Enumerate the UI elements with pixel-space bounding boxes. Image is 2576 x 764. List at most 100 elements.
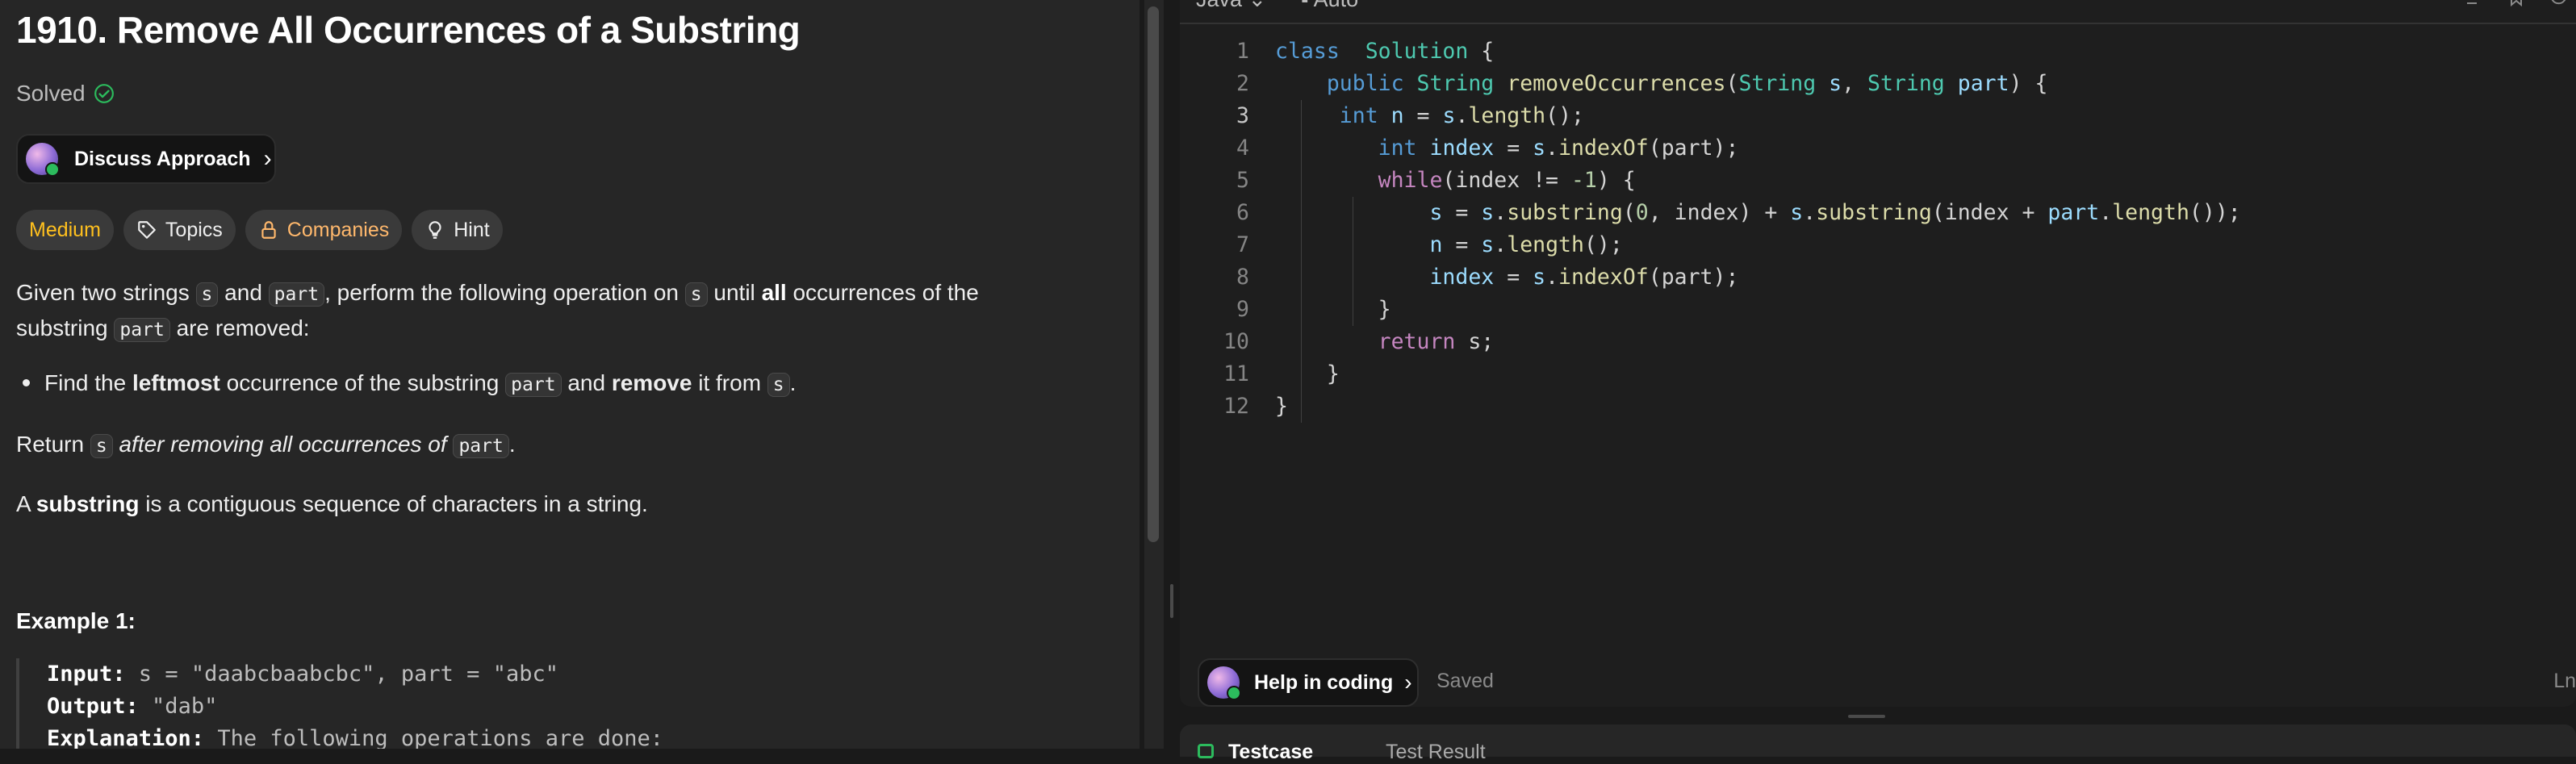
line-number: 11 <box>1223 361 1249 386</box>
code-line[interactable]: 7 n = s.length(); <box>1180 229 2241 261</box>
chevron-right-icon: › <box>263 145 272 172</box>
code-line[interactable]: 10 return s; <box>1180 326 2241 358</box>
help-in-coding-button[interactable]: Help in coding › <box>1198 658 1419 707</box>
hint-label: Hint <box>454 218 490 241</box>
inline-code: part <box>114 318 170 342</box>
language-select[interactable]: Java ⌄ <box>1196 0 1266 12</box>
code-token: String <box>1867 71 1945 96</box>
code-line[interactable]: 2 public String removeOccurrences(String… <box>1180 68 2241 100</box>
code-editor[interactable]: Java ⌄ ▪ Auto 1class Solution {2 public … <box>1180 0 2576 707</box>
code-text: int n = s.length(); <box>1249 100 1584 132</box>
code-token: s <box>1829 71 1842 96</box>
code-token: = <box>1494 265 1533 290</box>
discuss-approach-label: Discuss Approach <box>74 147 251 170</box>
example-input: Input: s = "daabcbaabcbc", part = "abc" <box>47 658 1122 691</box>
editor-toolbar: Java ⌄ ▪ Auto <box>1180 0 2576 24</box>
panel-resize-handle[interactable] <box>1164 0 1180 749</box>
code-line[interactable]: 8 index = s.indexOf(part); <box>1180 261 2241 294</box>
code-token: ( <box>1622 200 1636 225</box>
code-token: index <box>1429 136 1495 161</box>
format-icon[interactable] <box>2465 0 2484 6</box>
code-token: length <box>1468 103 1546 128</box>
code-token: . <box>2099 200 2113 225</box>
text: . <box>789 370 797 395</box>
code-token: s <box>1533 136 1546 161</box>
assistant-avatar <box>26 143 60 177</box>
solved-status: Solved <box>16 81 115 106</box>
language-label: Java <box>1196 0 1242 11</box>
tag-icon <box>138 221 156 239</box>
topics-tag[interactable]: Topics <box>123 210 236 250</box>
inline-code: part <box>505 373 562 397</box>
resize-grip[interactable] <box>1170 584 1173 618</box>
scrollbar-thumb[interactable] <box>1148 6 1159 542</box>
difficulty-badge[interactable]: Medium <box>16 210 114 250</box>
code-token: . <box>1545 265 1559 290</box>
solved-label: Solved <box>16 81 86 106</box>
code-token: } <box>1275 394 1288 419</box>
code-token: n <box>1390 103 1404 128</box>
help-in-coding-label: Help in coding <box>1254 670 1394 694</box>
code-line[interactable]: 9 } <box>1180 294 2241 326</box>
hint-tag[interactable]: Hint <box>412 210 503 250</box>
code-token: public <box>1326 71 1404 96</box>
code-token: 0 <box>1635 200 1649 225</box>
companies-tag[interactable]: Companies <box>245 210 403 250</box>
autocomplete-mode-toggle[interactable]: ▪ Auto <box>1301 0 1358 12</box>
code-line[interactable]: 5 while(index != -1) { <box>1180 165 2241 197</box>
description-scrollbar[interactable] <box>1144 0 1164 749</box>
code-token: index <box>1429 265 1495 290</box>
code-token: ) { <box>2009 71 2048 96</box>
code-token: } <box>1275 361 1340 386</box>
line-number: 3 <box>1236 103 1249 128</box>
text: and <box>218 280 269 305</box>
toolbar-icons <box>2465 0 2568 7</box>
code-text: } <box>1249 294 1391 326</box>
line-number: 12 <box>1223 394 1249 419</box>
bold-text: all <box>761 280 787 305</box>
code-token: = <box>1403 103 1443 128</box>
text: are removed: <box>169 315 310 340</box>
code-token: s; <box>1455 329 1495 354</box>
bold-text: leftmost <box>132 370 220 395</box>
code-token: length <box>2112 200 2189 225</box>
check-circle-icon <box>94 84 114 103</box>
code-text: class Solution { <box>1249 35 1494 68</box>
code-token: s <box>1790 200 1804 225</box>
code-area[interactable]: 1 class Solution {2 public String removeO… <box>1180 35 2241 423</box>
explanation-label: Explanation: <box>47 726 205 749</box>
companies-label: Companies <box>286 218 390 241</box>
online-indicator <box>45 162 60 177</box>
discuss-approach-button[interactable]: Discuss Approach › <box>16 134 276 184</box>
reset-icon[interactable] <box>2549 0 2568 6</box>
vertical-resize-handle[interactable] <box>1848 715 1885 718</box>
code-line[interactable]: 1 class Solution { <box>1180 35 2241 68</box>
code-token: s <box>1429 200 1443 225</box>
inline-code: part <box>268 282 325 307</box>
bookmark-icon[interactable] <box>2507 0 2526 7</box>
code-line[interactable]: 4 int index = s.indexOf(part); <box>1180 132 2241 165</box>
explanation-value: The following operations are done: <box>204 726 664 749</box>
code-line[interactable]: 11 } <box>1180 358 2241 390</box>
line-number: 9 <box>1236 297 1249 322</box>
input-label: Input: <box>47 662 126 687</box>
code-token: ) { <box>1596 168 1636 193</box>
code-text: n = s.length(); <box>1249 229 1622 261</box>
tab-testcase[interactable]: Testcase <box>1228 741 1313 764</box>
bold-text: remove <box>611 370 692 395</box>
line-number: 2 <box>1236 71 1249 96</box>
code-line[interactable]: 12} <box>1180 390 2241 423</box>
output-value: "dab" <box>138 694 218 719</box>
code-line[interactable]: 6 s = s.substring(0, index) + s.substrin… <box>1180 197 2241 229</box>
tab-test-result[interactable]: Test Result <box>1386 741 1486 764</box>
code-token: -1 <box>1570 168 1597 193</box>
code-token: { <box>1468 39 1495 64</box>
code-line[interactable]: 3 int n = s.length(); <box>1180 100 2241 132</box>
code-token: indexOf <box>1558 136 1649 161</box>
